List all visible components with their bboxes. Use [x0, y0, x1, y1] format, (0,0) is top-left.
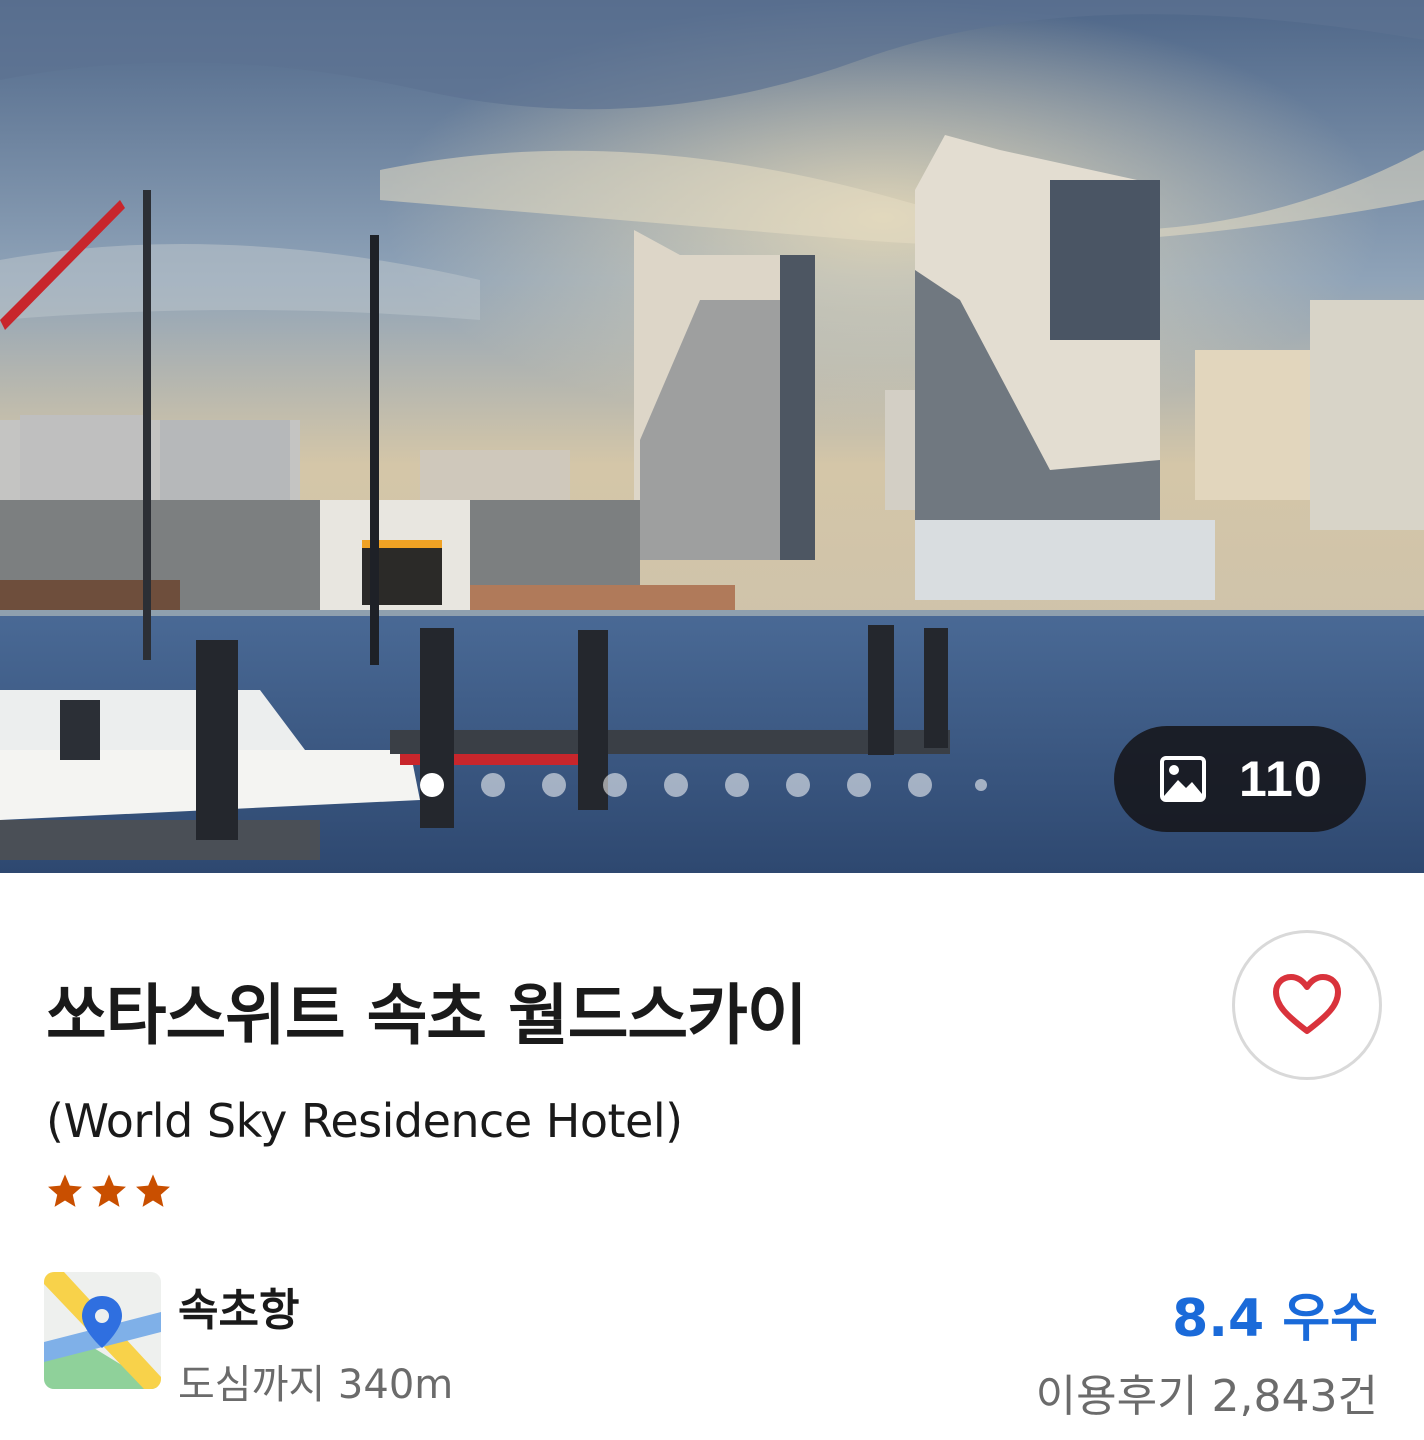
favorite-button[interactable]: [1232, 930, 1382, 1080]
carousel-dot-active[interactable]: [420, 773, 444, 797]
review-score[interactable]: 8.4 우수: [1172, 1276, 1378, 1351]
carousel-dot[interactable]: [725, 773, 749, 797]
review-count[interactable]: 이용후기 2,843건: [1036, 1360, 1378, 1424]
star-icon: [136, 1174, 170, 1207]
hotel-photo-carousel[interactable]: 110: [0, 0, 1424, 873]
star-rating: [46, 1172, 178, 1210]
photo-count: 110: [1239, 751, 1323, 807]
carousel-dot[interactable]: [664, 773, 688, 797]
carousel-pagination: [420, 769, 1024, 801]
hotel-english-name: (World Sky Residence Hotel): [46, 1094, 683, 1148]
hotel-name: 쏘타스위트 속초 월드스카이: [46, 977, 808, 1054]
location-distance: 도심까지 340m: [178, 1362, 454, 1408]
carousel-dot[interactable]: [786, 773, 810, 797]
carousel-dot[interactable]: [908, 773, 932, 797]
carousel-dot[interactable]: [481, 773, 505, 797]
carousel-dot[interactable]: [975, 779, 987, 791]
map-thumbnail[interactable]: [44, 1272, 161, 1389]
map-pin-icon: [44, 1272, 161, 1389]
carousel-dot[interactable]: [847, 773, 871, 797]
star-icon: [48, 1174, 82, 1207]
heart-icon: [1273, 974, 1341, 1034]
location-name: 속초항: [178, 1285, 300, 1336]
photo-count-button[interactable]: 110: [1114, 726, 1366, 832]
star-icon: [92, 1174, 126, 1207]
image-icon: [1160, 756, 1206, 802]
carousel-dot[interactable]: [603, 773, 627, 797]
carousel-dot[interactable]: [542, 773, 566, 797]
